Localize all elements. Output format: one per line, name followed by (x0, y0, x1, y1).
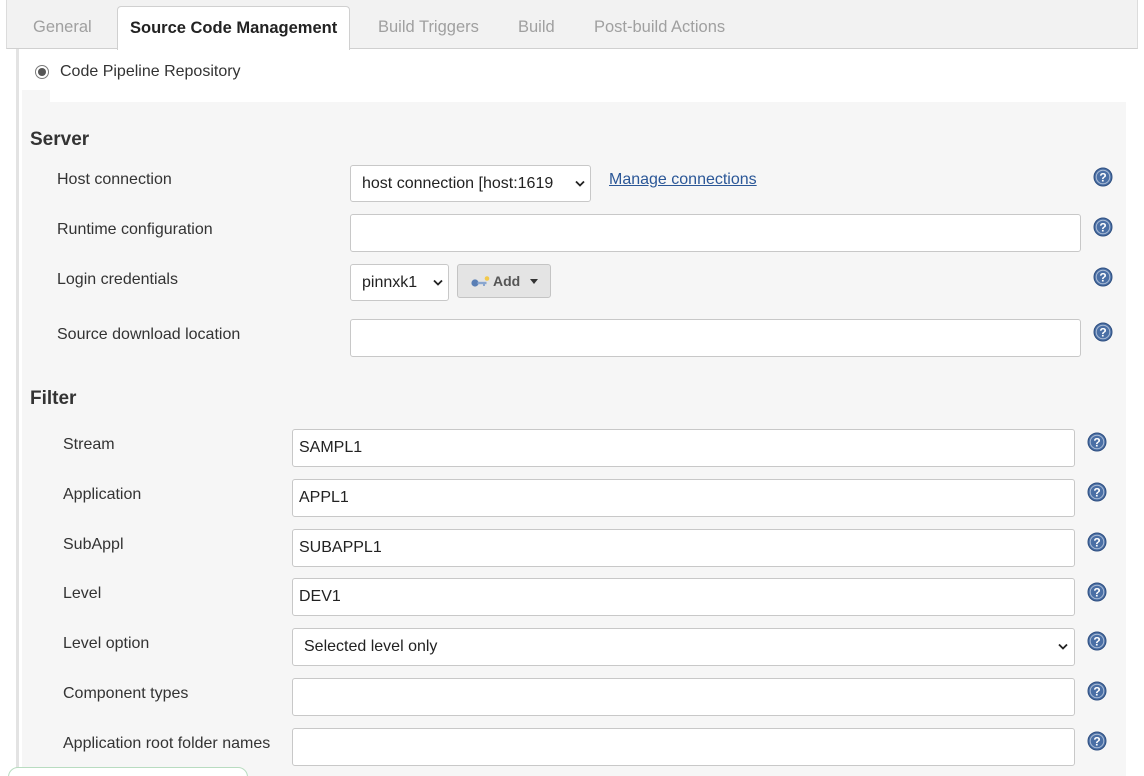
svg-text:?: ? (1099, 326, 1106, 340)
help-icon[interactable]: ? (1093, 322, 1113, 342)
key-icon (471, 275, 491, 293)
svg-text:?: ? (1099, 271, 1106, 285)
svg-text:?: ? (1093, 735, 1100, 749)
runtime-configuration-input[interactable] (350, 214, 1081, 252)
tab-bar: General Source Code Management Build Tri… (6, 0, 1138, 50)
component-types-label: Component types (63, 685, 189, 702)
tab-build[interactable]: Build (518, 0, 555, 49)
scm-radio-code-pipeline[interactable] (35, 65, 49, 79)
help-icon[interactable]: ? (1087, 681, 1107, 701)
app-root-folder-names-input[interactable] (292, 728, 1075, 766)
svg-text:?: ? (1093, 436, 1100, 450)
help-icon[interactable]: ? (1087, 582, 1107, 602)
add-credentials-label: Add (493, 273, 521, 289)
login-credentials-select[interactable]: pinnxk1 (350, 264, 449, 301)
host-connection-label: Host connection (57, 171, 172, 188)
help-icon[interactable]: ? (1093, 217, 1113, 237)
help-icon[interactable]: ? (1093, 167, 1113, 187)
svg-text:?: ? (1093, 536, 1100, 550)
stream-label: Stream (63, 436, 115, 453)
filter-heading: Filter (30, 388, 77, 409)
scm-option-label: Code Pipeline Repository (60, 63, 241, 80)
source-download-location-input[interactable] (350, 319, 1081, 357)
host-connection-value: host connection [host:1619 (362, 175, 554, 192)
help-icon[interactable]: ? (1087, 432, 1107, 452)
help-icon[interactable]: ? (1093, 267, 1113, 287)
source-download-location-label: Source download location (57, 326, 241, 343)
help-icon[interactable]: ? (1087, 631, 1107, 651)
subappl-label: SubAppl (63, 536, 124, 553)
svg-text:?: ? (1099, 221, 1106, 235)
level-input[interactable]: DEV1 (292, 578, 1075, 616)
subappl-input[interactable]: SUBAPPL1 (292, 529, 1075, 567)
add-credentials-button[interactable]: Add (457, 264, 551, 298)
login-credentials-label: Login credentials (57, 271, 178, 288)
app-root-folder-names-label: Application root folder names (63, 735, 271, 752)
chevron-down-icon (433, 279, 443, 288)
manage-connections-link[interactable]: Manage connections (609, 171, 757, 189)
svg-text:?: ? (1099, 171, 1106, 185)
application-input[interactable]: APPL1 (292, 479, 1075, 517)
svg-text:?: ? (1093, 685, 1100, 699)
level-label: Level (63, 585, 102, 602)
help-icon[interactable]: ? (1087, 482, 1107, 502)
tab-source-code-management[interactable]: Source Code Management (117, 6, 351, 50)
tab-post-build-actions[interactable]: Post-build Actions (594, 0, 725, 49)
server-heading: Server (30, 129, 90, 150)
level-option-select[interactable]: Selected level only (292, 628, 1075, 666)
notification-bar (8, 767, 248, 776)
svg-text:?: ? (1093, 635, 1100, 649)
runtime-configuration-label: Runtime configuration (57, 221, 213, 238)
level-option-label: Level option (63, 635, 150, 652)
help-icon[interactable]: ? (1087, 532, 1107, 552)
section-rule (16, 49, 19, 776)
help-icon[interactable]: ? (1087, 731, 1107, 751)
tab-general[interactable]: General (33, 0, 92, 49)
host-connection-select[interactable]: host connection [host:1619 (350, 165, 591, 202)
chevron-down-icon (1058, 643, 1068, 652)
stream-input[interactable]: SAMPL1 (292, 429, 1075, 467)
component-types-input[interactable] (292, 678, 1075, 716)
login-credentials-value: pinnxk1 (362, 274, 418, 291)
svg-text:?: ? (1093, 486, 1100, 500)
application-label: Application (63, 486, 142, 503)
chevron-down-icon (575, 180, 585, 189)
tab-build-triggers[interactable]: Build Triggers (378, 0, 479, 49)
svg-text:?: ? (1093, 586, 1100, 600)
caret-down-icon (530, 279, 538, 284)
level-option-value: Selected level only (304, 638, 438, 655)
